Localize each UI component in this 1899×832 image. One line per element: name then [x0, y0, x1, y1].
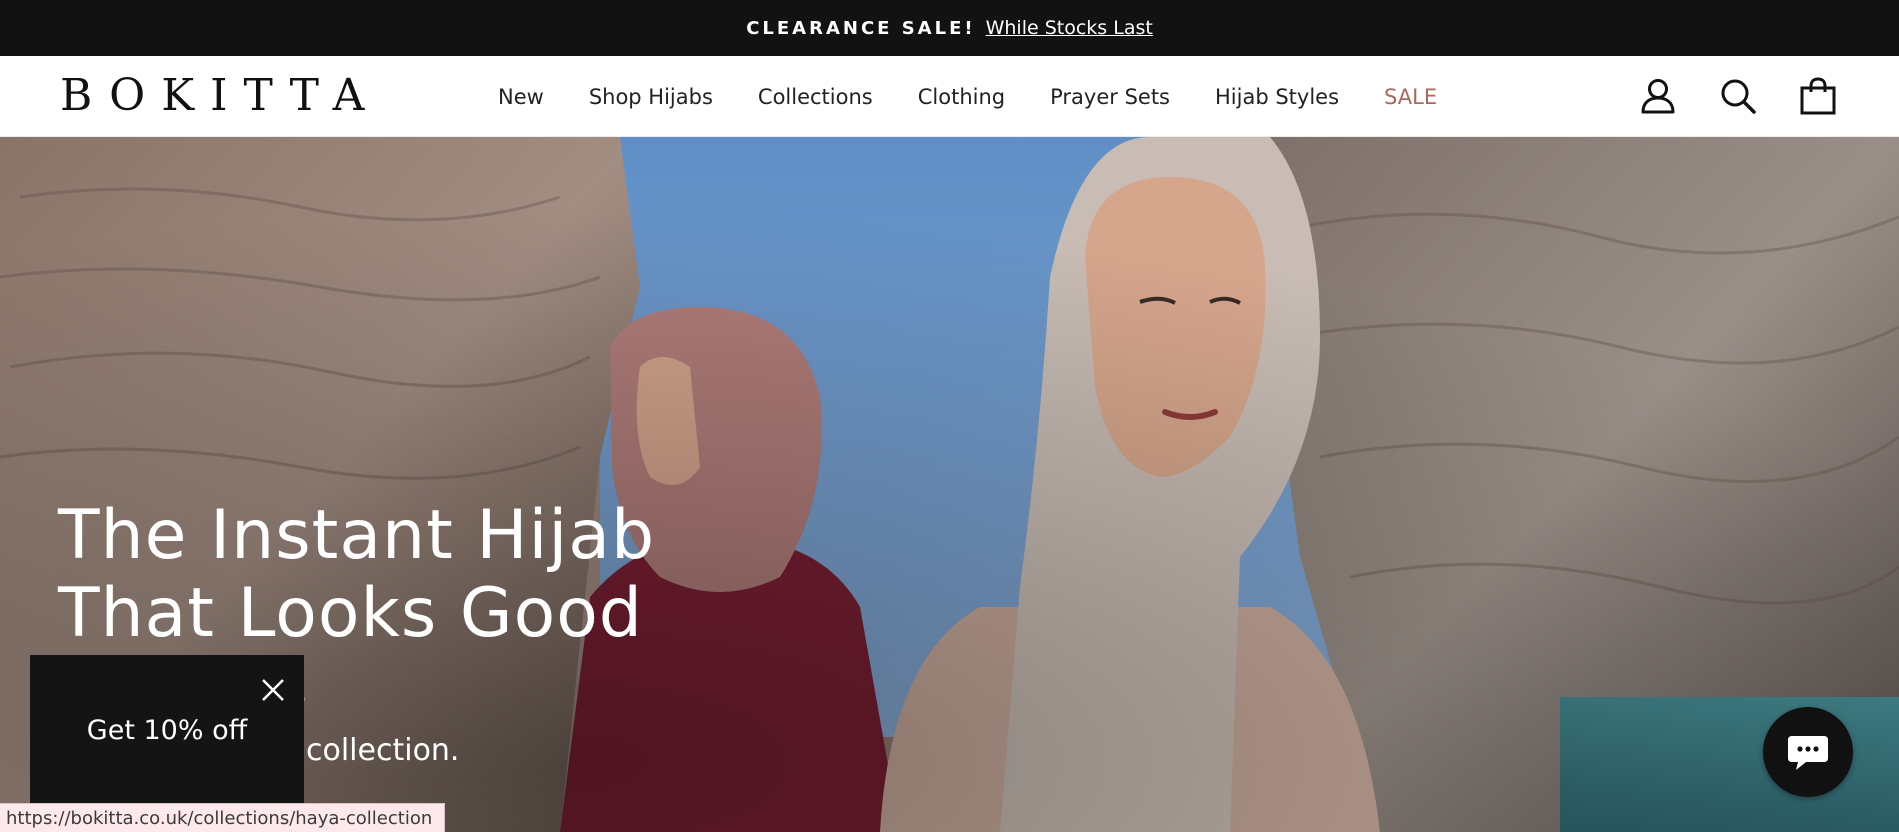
announcement-bar: CLEARANCE SALE! While Stocks Last: [0, 0, 1899, 56]
chat-bubble-icon: [1788, 736, 1828, 770]
status-bar-url: https://bokitta.co.uk/collections/haya-c…: [0, 803, 446, 832]
nav-item-new[interactable]: New: [498, 85, 544, 109]
while-stocks-last-link[interactable]: While Stocks Last: [986, 17, 1153, 39]
hero-title-line-2: That Looks Good: [58, 574, 643, 653]
site-logo[interactable]: BOKITTA: [60, 74, 380, 118]
header-icons: [1639, 76, 1837, 116]
nav-item-clothing[interactable]: Clothing: [918, 85, 1005, 109]
chat-button[interactable]: [1763, 707, 1853, 797]
search-icon[interactable]: [1719, 76, 1757, 116]
close-icon[interactable]: [260, 677, 286, 703]
nav-item-shop-hijabs[interactable]: Shop Hijabs: [589, 85, 713, 109]
hero-title-line-1: The Instant Hijab: [58, 496, 656, 575]
nav-item-collections[interactable]: Collections: [758, 85, 873, 109]
nav-item-hijab-styles[interactable]: Hijab Styles: [1215, 85, 1339, 109]
hero-title: The Instant Hijab That Looks Good: [58, 497, 655, 653]
discount-popup-label[interactable]: Get 10% off: [30, 715, 304, 746]
nav-item-sale[interactable]: SALE: [1384, 85, 1437, 109]
cart-icon[interactable]: [1799, 76, 1837, 116]
site-header: BOKITTA New Shop Hijabs Collections Clot…: [0, 56, 1899, 137]
main-nav: New Shop Hijabs Collections Clothing Pra…: [498, 56, 1482, 137]
nav-item-prayer-sets[interactable]: Prayer Sets: [1050, 85, 1170, 109]
account-icon[interactable]: [1639, 76, 1677, 116]
clearance-sale-label: CLEARANCE SALE!: [746, 17, 976, 39]
